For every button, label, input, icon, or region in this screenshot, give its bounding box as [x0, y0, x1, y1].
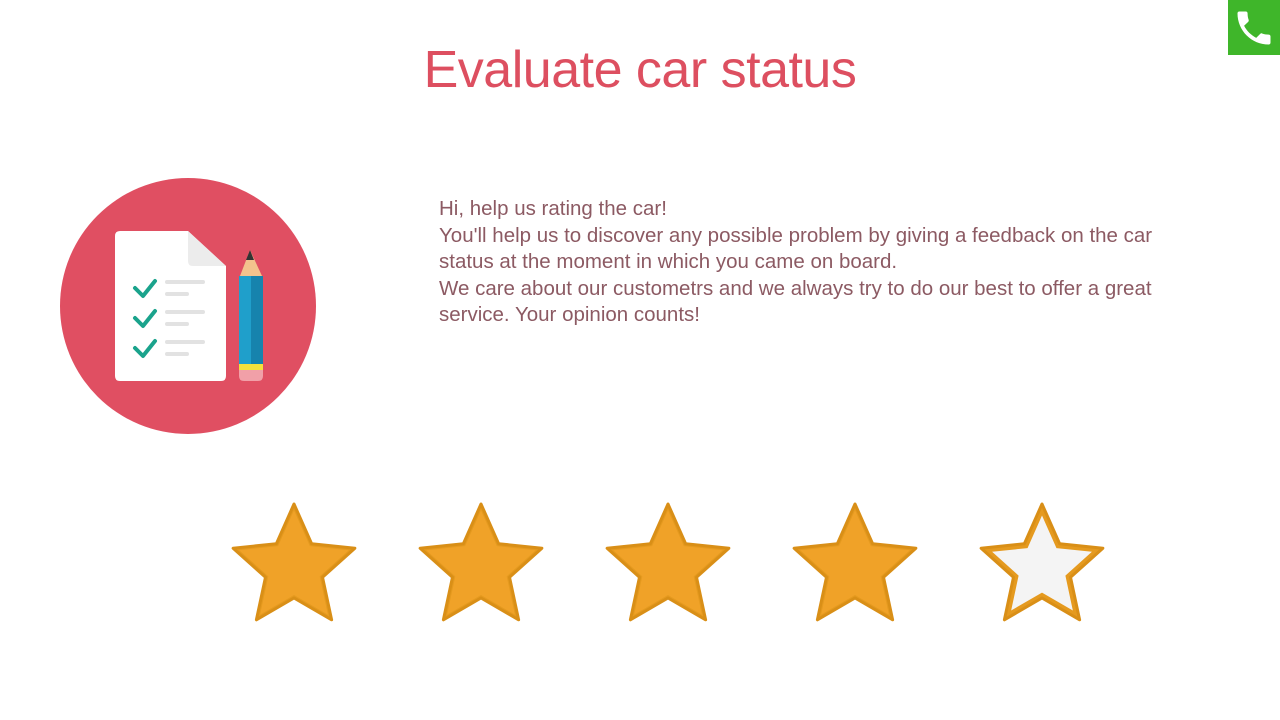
- description: Hi, help us rating the car! You'll help …: [439, 196, 1199, 329]
- rating-page: Evaluate car status Hi, help us rating t…: [0, 0, 1280, 720]
- description-line-2: You'll help us to discover any possible …: [439, 223, 1153, 274]
- description-line-1: Hi, help us rating the car!: [439, 197, 667, 220]
- star-3-icon[interactable]: [602, 500, 734, 632]
- page-title: Evaluate car status: [423, 41, 857, 99]
- star-4-icon[interactable]: [789, 500, 921, 632]
- phone-icon: [1237, 11, 1271, 44]
- checklist-icon: [60, 178, 316, 434]
- description-line-3: We care about our custometrs and we alwa…: [439, 276, 1152, 327]
- star-rating: [228, 500, 1108, 632]
- call-button[interactable]: [1228, 0, 1280, 55]
- star-5-icon[interactable]: [976, 500, 1108, 632]
- star-2-icon[interactable]: [415, 500, 547, 632]
- star-1-icon[interactable]: [228, 500, 360, 632]
